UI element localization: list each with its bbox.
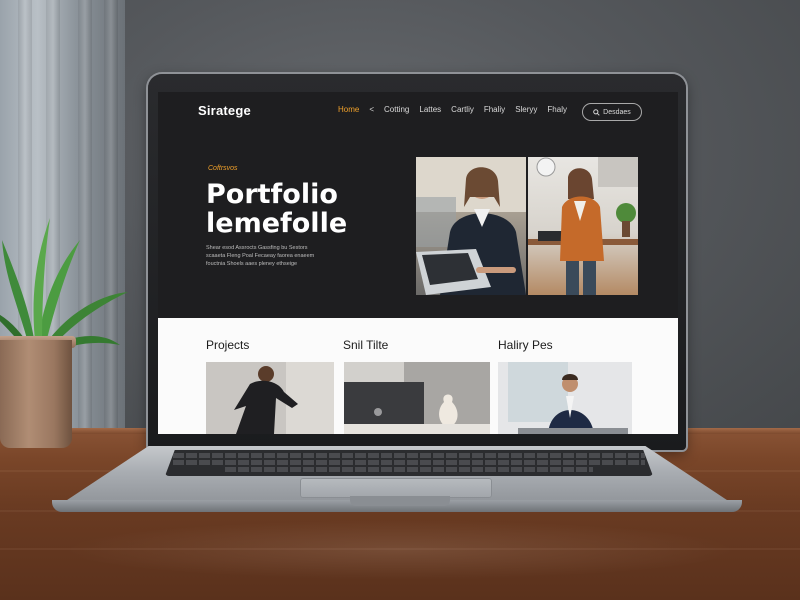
hero-title-line2: lemefolle	[206, 208, 348, 239]
hero-body-line: scaaeta Fleng Poal Fecaeay faorea enaeem	[206, 253, 315, 259]
nav-cta-label: Desdaes	[603, 108, 631, 116]
hero-body: Shear esod Assrocts Gassfing bu Sestors …	[206, 244, 346, 268]
section-title-skill: Snil Tilte	[343, 338, 389, 352]
hero-body-line: fouctnia Shoels aaes pleney ethseige	[206, 261, 298, 267]
projects-section: Projects Snil Tilte Haliry Pes	[158, 318, 678, 434]
project-card[interactable]	[498, 362, 632, 434]
hero-body-line: Shear esod Assrocts Gassfing bu Sestors	[206, 245, 308, 251]
site-navbar: Siratege Home < Cotting Lattes Cartliy F…	[158, 92, 678, 128]
laptop-trackpad[interactable]	[300, 478, 492, 498]
nav-item-fhaly[interactable]: Fhaly	[547, 105, 567, 114]
section-title-haliry: Haliry Pes	[498, 338, 553, 352]
nav-cta-button[interactable]: Desdaes	[582, 103, 642, 121]
nav-links: Home < Cotting Lattes Cartliy Fhaliy Sle…	[338, 105, 567, 114]
hero-photo-woman-standing	[528, 157, 638, 295]
plant-pot	[0, 340, 72, 448]
laptop-keyboard[interactable]	[165, 450, 653, 476]
search-icon	[593, 108, 600, 116]
project-card[interactable]	[206, 362, 334, 434]
nav-item-home[interactable]: Home	[338, 105, 359, 114]
site-brand[interactable]: Siratege	[198, 103, 251, 118]
nav-item-fhaliy[interactable]: Fhaliy	[484, 105, 505, 114]
hero-eyebrow: Coftrsvos	[208, 165, 238, 172]
hero-title: Portfolio lemefolle	[206, 180, 347, 238]
hero-photo-woman-laptop	[416, 157, 526, 295]
photo-scene: Siratege Home < Cotting Lattes Cartliy F…	[0, 0, 800, 600]
nav-item-lattes[interactable]: Lattes	[419, 105, 441, 114]
nav-item-cotting[interactable]: Cotting	[384, 105, 409, 114]
project-card[interactable]	[344, 362, 490, 434]
nav-item-back[interactable]: <	[369, 105, 374, 114]
nav-item-cartliy[interactable]: Cartliy	[451, 105, 474, 114]
hero-image	[416, 157, 638, 295]
laptop-screen: Siratege Home < Cotting Lattes Cartliy F…	[158, 92, 678, 434]
section-title-projects: Projects	[206, 338, 250, 352]
nav-item-sleryy[interactable]: Sleryy	[515, 105, 537, 114]
hero-title-line1: Portfolio	[206, 179, 338, 210]
hero-section: Coftrsvos Portfolio lemefolle Shear esod…	[158, 128, 678, 318]
